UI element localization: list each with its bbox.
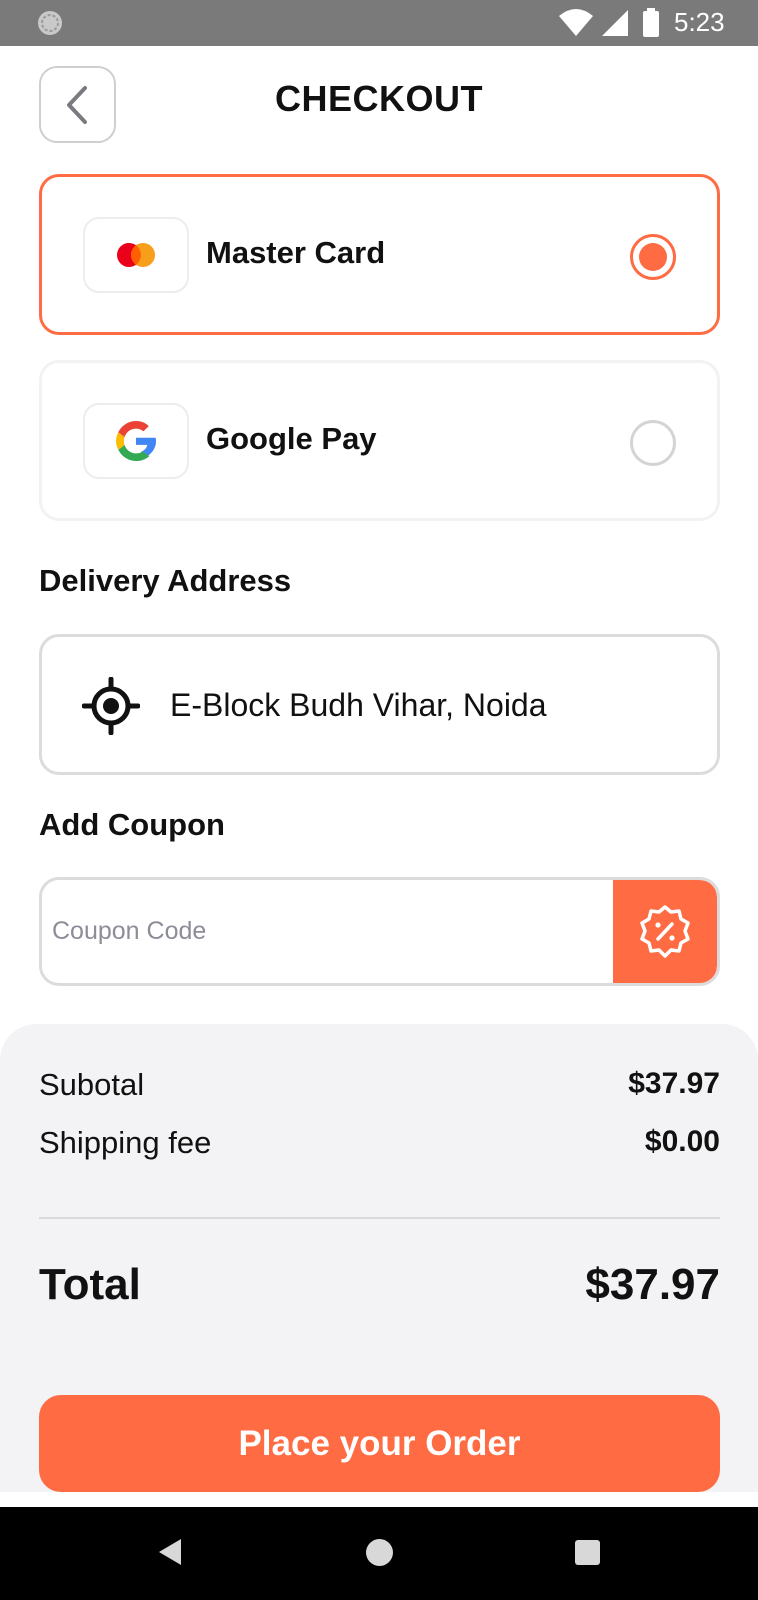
summary-divider — [39, 1217, 720, 1219]
shipping-fee-value: $0.00 — [644, 1125, 720, 1158]
app-notification-icon — [38, 11, 62, 35]
googlepay-logo-box — [83, 403, 189, 479]
status-bar: 5:23 — [0, 0, 758, 46]
payment-label-mastercard: Master Card — [206, 235, 386, 270]
mastercard-icon — [117, 243, 155, 267]
coupon-field-container — [39, 877, 720, 986]
total-value: $37.97 — [585, 1260, 720, 1309]
radio-mastercard-selected[interactable] — [630, 234, 676, 280]
shipping-fee-label: Shipping fee — [39, 1125, 212, 1160]
delivery-address-text: E-Block Budh Vihar, Noida — [170, 687, 547, 723]
location-target-icon — [82, 677, 140, 735]
payment-option-mastercard[interactable]: Master Card — [39, 174, 720, 335]
coupon-code-input[interactable] — [42, 880, 612, 983]
apply-coupon-button[interactable] — [613, 880, 717, 983]
mastercard-logo-box — [83, 217, 189, 293]
nav-back-icon[interactable] — [157, 1537, 183, 1567]
delivery-address-field[interactable]: E-Block Budh Vihar, Noida — [39, 634, 720, 775]
nav-home-icon[interactable] — [366, 1539, 393, 1566]
status-time: 5:23 — [674, 7, 725, 37]
radio-googlepay-unselected[interactable] — [630, 420, 676, 466]
delivery-section-title: Delivery Address — [39, 563, 292, 598]
total-label: Total — [39, 1260, 141, 1309]
discount-badge-icon — [640, 904, 690, 958]
nav-recents-icon[interactable] — [575, 1540, 600, 1565]
page-title: CHECKOUT — [275, 78, 483, 119]
wifi-icon — [559, 9, 593, 36]
google-icon — [116, 421, 156, 461]
place-order-button[interactable]: Place your Order — [39, 1395, 720, 1492]
coupon-section-title: Add Coupon — [39, 807, 225, 842]
battery-icon — [643, 8, 659, 37]
payment-label-googlepay: Google Pay — [206, 421, 377, 456]
system-nav-bar — [0, 1507, 758, 1600]
subtotal-label: Subotal — [39, 1067, 145, 1102]
subtotal-value: $37.97 — [628, 1067, 720, 1100]
signal-icon — [602, 10, 628, 36]
payment-option-googlepay[interactable]: Google Pay — [39, 360, 720, 521]
